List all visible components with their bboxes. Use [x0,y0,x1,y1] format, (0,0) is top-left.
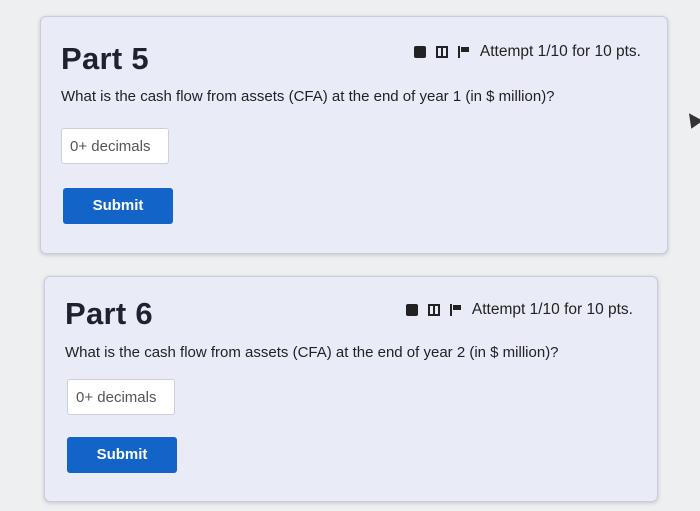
notepad-icon[interactable] [413,46,426,58]
mouse-cursor-icon [683,109,700,129]
part-toolbar: Attempt 1/10 for 10 pts. [405,301,633,319]
submit-button[interactable]: Submit [63,188,173,224]
part-title: Part 5 [61,41,149,76]
submit-button[interactable]: Submit [67,437,177,473]
answer-input[interactable] [61,128,169,164]
notepad-icon[interactable] [405,304,418,316]
part-title: Part 6 [65,296,153,331]
flag-icon[interactable] [457,46,470,58]
flag-icon[interactable] [449,304,462,316]
video-icon[interactable] [427,304,440,316]
video-icon[interactable] [435,46,448,58]
part-toolbar: Attempt 1/10 for 10 pts. [413,43,641,61]
attempt-info: Attempt 1/10 for 10 pts. [479,43,641,60]
attempt-info: Attempt 1/10 for 10 pts. [471,301,633,318]
question-text: What is the cash flow from assets (CFA) … [65,344,559,361]
part-6-card: Part 6 Attempt 1/10 for 10 pts. What is … [44,276,658,502]
question-text: What is the cash flow from assets (CFA) … [61,88,555,105]
answer-input[interactable] [67,379,175,415]
part-5-card: Part 5 Attempt 1/10 for 10 pts. What is … [40,16,668,254]
